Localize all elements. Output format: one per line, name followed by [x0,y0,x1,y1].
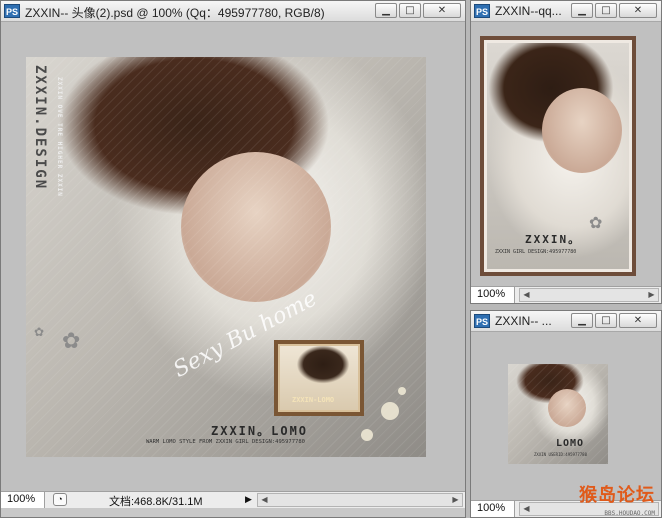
maximize-icon: □ [405,5,415,16]
scroll-left-icon[interactable]: ◀ [258,494,271,506]
watermark-url: BBS.HOUDAO.COM [604,510,655,517]
status-menu-arrow-icon[interactable]: ▶ [245,494,252,505]
scroll-left-icon[interactable]: ◀ [520,503,533,515]
close-icon: ✕ [633,315,643,326]
preview-1-sub-label: ZXXIN GIRL DESIGN:495977780 [495,249,577,255]
status-info-icon[interactable]: ◔ [53,493,67,506]
preview-2-label: LOMO [556,438,585,449]
minimize-icon: ▁ [578,315,586,326]
maximize-button[interactable]: □ [595,313,617,328]
close-icon: ✕ [633,5,643,16]
maximize-icon: □ [601,5,611,16]
flower-icon: ✿ [62,329,81,354]
preview-2-title: ZXXIN-- ... [495,314,552,328]
document-size-text: 文档:468.8K/31.1M [109,496,203,508]
main-status-bar: 100% ◔ 文档:468.8K/31.1M ▶ ◀ ▶ [1,491,465,508]
preview-1-title-bar[interactable]: PS ZXXIN--qq... ▁ □ ✕ [471,1,661,22]
main-window-bottom-edge [1,508,465,517]
preview-1-zoom-field[interactable]: 100% [471,287,515,303]
photoshop-icon: PS [474,314,490,328]
preview-window-1: PS ZXXIN--qq... ▁ □ ✕ ✿ ZXXIN。 ZXXIN GIR… [470,0,662,304]
minimize-button[interactable]: ▁ [375,3,397,18]
main-artwork: ZXXIN.DESIGN ZXXIN OVE TRE HIGHER ZXXIN … [26,57,426,457]
preview-2-sub-label: ZXXIN USERID:495977780 [534,452,587,457]
main-zoom-field[interactable]: 100% [1,492,45,508]
texture-overlay [508,364,608,464]
watermark-logo: 猴岛论坛 [579,485,655,505]
preview-2-artwork: LOMO ZXXIN USERID:495977780 [508,364,608,464]
vertical-brand-text: ZXXIN.DESIGN [32,65,48,191]
minimize-icon: ▁ [382,5,390,16]
scroll-right-icon[interactable]: ▶ [645,289,658,301]
main-window-title: ZXXIN-- 头像(2).psd @ 100% (Qq：495977780, … [25,6,325,20]
preview-1-horizontal-scrollbar[interactable]: ◀ ▶ [519,288,659,302]
preview-1-label: ZXXIN。 [525,233,582,246]
minimize-button[interactable]: ▁ [571,3,593,18]
bokeh-light [398,387,406,395]
main-lomo-label: ZXXIN。LOMO [211,424,309,438]
photoshop-icon: PS [474,4,490,18]
main-document-window: PS ZXXIN-- 头像(2).psd @ 100% (Qq：49597778… [0,0,466,518]
close-button[interactable]: ✕ [423,3,461,18]
inset-label: ZXXIN-LOMO [292,396,335,404]
maximize-icon: □ [601,315,611,326]
close-icon: ✕ [437,5,447,16]
portrait-face [542,88,622,173]
preview-2-title-bar[interactable]: PS ZXXIN-- ... ▁ □ ✕ [471,311,661,332]
preview-1-title: ZXXIN--qq... [495,4,561,18]
preview-1-status-bar: 100% ◀ ▶ [471,286,661,303]
bokeh-light [381,402,399,420]
flower-small-icon: ✿ [34,325,45,339]
main-canvas-area[interactable]: ZXXIN.DESIGN ZXXIN OVE TRE HIGHER ZXXIN … [1,22,465,491]
preview-2-zoom-field[interactable]: 100% [471,501,515,517]
preview-window-2: PS ZXXIN-- ... ▁ □ ✕ LOMO ZXXIN USERID:4… [470,310,662,518]
vertical-small-text: ZXXIN OVE TRE HIGHER ZXXIN [56,77,63,197]
close-button[interactable]: ✕ [619,313,657,328]
main-sub-label: WARM LOMO STYLE FROM ZXXIN GIRL DESIGN:4… [146,439,305,445]
scroll-right-icon[interactable]: ▶ [449,494,462,506]
flower-icon: ✿ [589,213,603,232]
maximize-button[interactable]: □ [595,3,617,18]
inset-photo-frame: ZXXIN-LOMO [274,340,364,416]
close-button[interactable]: ✕ [619,3,657,18]
minimize-icon: ▁ [578,5,586,16]
photoshop-icon: PS [4,4,20,18]
preview-2-canvas-area[interactable]: LOMO ZXXIN USERID:495977780 [471,332,661,500]
main-title-bar[interactable]: PS ZXXIN-- 头像(2).psd @ 100% (Qq：49597778… [1,1,465,22]
maximize-button[interactable]: □ [399,3,421,18]
preview-1-artwork: ✿ ZXXIN。 ZXXIN GIRL DESIGN:495977780 [480,36,636,276]
scroll-left-icon[interactable]: ◀ [520,289,533,301]
bokeh-light [361,429,373,441]
preview-1-canvas-area[interactable]: ✿ ZXXIN。 ZXXIN GIRL DESIGN:495977780 [471,22,661,286]
main-horizontal-scrollbar[interactable]: ◀ ▶ [257,493,463,507]
texture-overlay [26,57,426,457]
minimize-button[interactable]: ▁ [571,313,593,328]
